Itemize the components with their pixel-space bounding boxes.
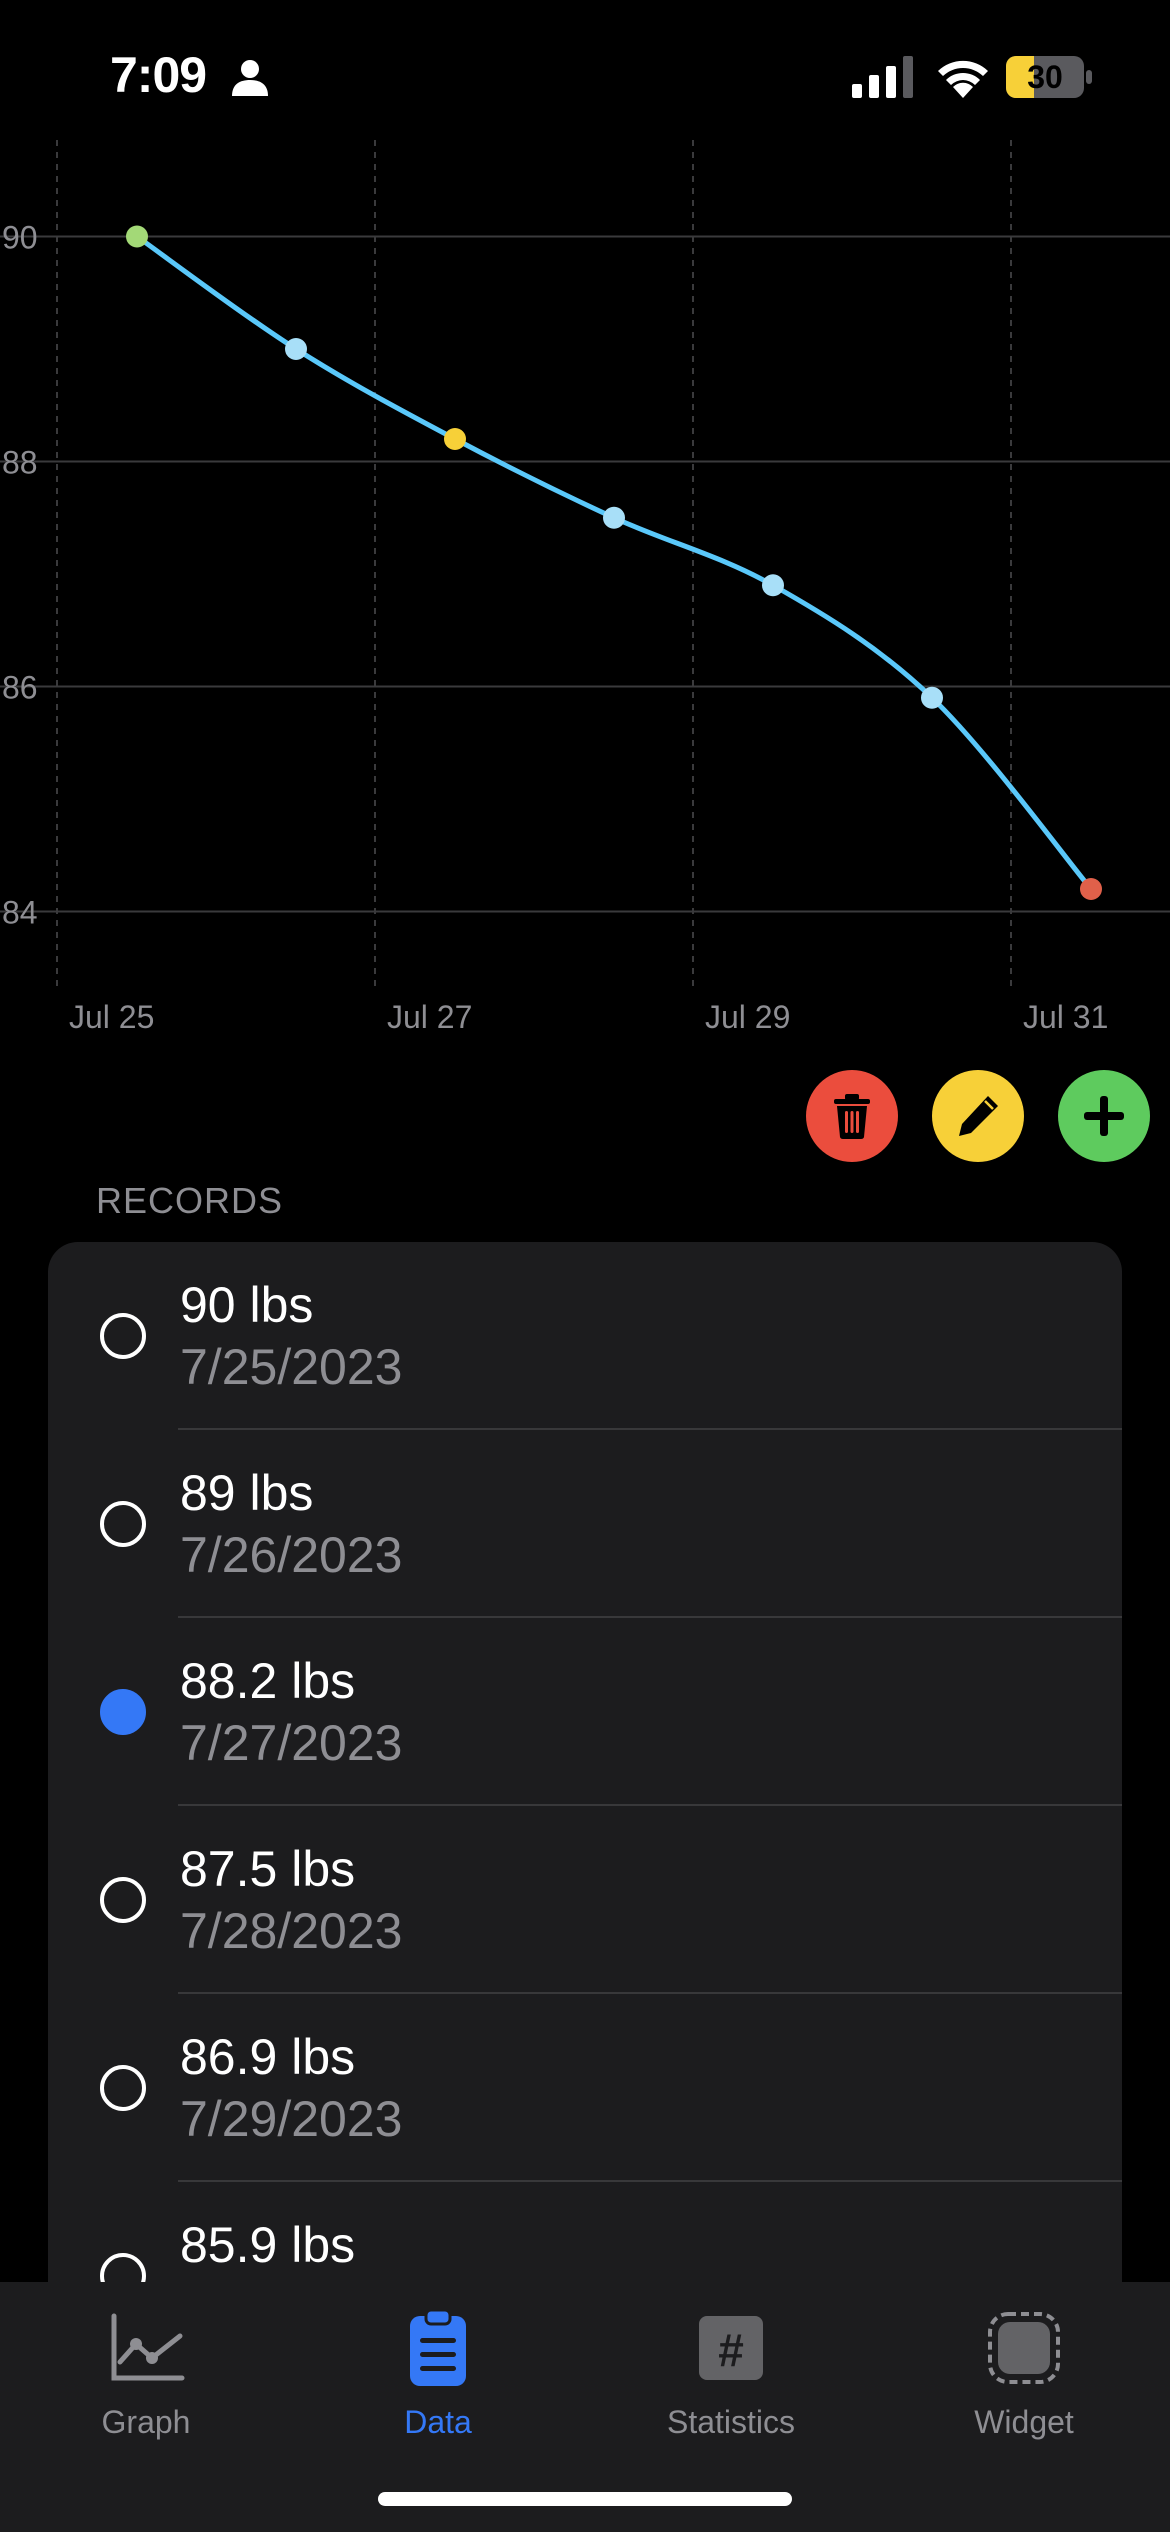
tab-graph-label: Graph [101,2404,191,2440]
x-tick-label: Jul 29 [705,999,790,1035]
data-point [603,506,625,529]
y-tick-label: 90 [2,220,38,256]
record-weight: 90 lbs [180,1277,314,1333]
status-bar: 7:09 30 [0,0,1170,150]
records-section-header: RECORDS [96,1180,284,1221]
tab-data-label: Data [404,2404,472,2440]
data-point [762,574,784,597]
cellular-signal-icon [852,56,913,98]
chart-icon [111,2313,185,2381]
plus-icon [1084,1096,1124,1136]
radio-button[interactable] [100,1501,146,1547]
battery-level: 30 [1027,59,1063,95]
record-weight: 86.9 lbs [180,2029,356,2085]
record-row[interactable]: 87.5 lbs 7/28/2023 [48,1806,1122,1994]
data-point-first [126,225,148,248]
radio-button[interactable] [100,2065,146,2111]
tab-widget[interactable]: Widget [914,2306,1134,2446]
tab-graph[interactable]: Graph [36,2306,256,2446]
record-date: 7/26/2023 [180,1527,403,1583]
radio-button[interactable] [100,1313,146,1359]
delete-button[interactable] [806,1070,898,1162]
home-indicator [378,2492,792,2506]
data-point [285,338,307,360]
records-list: 90 lbs 7/25/2023 89 lbs 7/26/2023 88.2 lbs 7/… [48,1242,1122,2282]
trash-icon [834,1094,870,1139]
svg-text:#: # [718,2324,744,2376]
data-point-last [1080,878,1102,900]
hashtag-icon: # [699,2316,763,2380]
tab-widget-label: Widget [974,2404,1074,2440]
add-button[interactable] [1058,1070,1150,1162]
record-weight: 87.5 lbs [180,1841,356,1897]
record-row[interactable]: 85.9 lbs [48,2182,1122,2282]
x-tick-label: Jul 25 [69,999,154,1035]
radio-button[interactable] [100,1877,146,1923]
record-weight: 85.9 lbs [180,2217,356,2273]
record-date: 7/28/2023 [180,1903,403,1959]
data-point-selected [444,428,466,450]
record-weight: 88.2 lbs [180,1653,356,1709]
record-date: 7/27/2023 [180,1715,403,1771]
record-row[interactable]: 90 lbs 7/25/2023 [48,1242,1122,1430]
weight-line-chart: 90 88 86 84 Jul 25 Jul 27 Jul 29 Jul 31 [0,140,1170,1035]
data-point [921,686,943,709]
x-tick-label: Jul 31 [1023,999,1108,1035]
record-weight: 89 lbs [180,1465,314,1521]
status-time: 7:09 [110,47,207,103]
record-row[interactable]: 89 lbs 7/26/2023 [48,1430,1122,1618]
record-date: 7/25/2023 [180,1339,403,1395]
x-tick-label: Jul 27 [387,999,472,1035]
record-date: 7/29/2023 [180,2091,403,2147]
tab-data[interactable]: Data [328,2306,548,2446]
clipboard-icon [410,2308,466,2386]
wifi-icon [938,60,988,98]
record-row[interactable]: 86.9 lbs 7/29/2023 [48,1994,1122,2182]
edit-button[interactable] [932,1070,1024,1162]
widget-icon [988,2312,1060,2384]
tab-statistics[interactable]: # Statistics [621,2306,841,2446]
y-tick-label: 84 [2,895,38,931]
person-icon [232,60,268,96]
series-line [134,234,1094,892]
tab-statistics-label: Statistics [666,2404,796,2440]
radio-button-selected[interactable] [100,1689,146,1735]
y-tick-label: 86 [2,670,38,706]
pencil-icon [959,1096,998,1136]
radio-button[interactable] [100,2253,146,2282]
y-tick-label: 88 [2,445,38,481]
record-row[interactable]: 88.2 lbs 7/27/2023 [48,1618,1122,1806]
